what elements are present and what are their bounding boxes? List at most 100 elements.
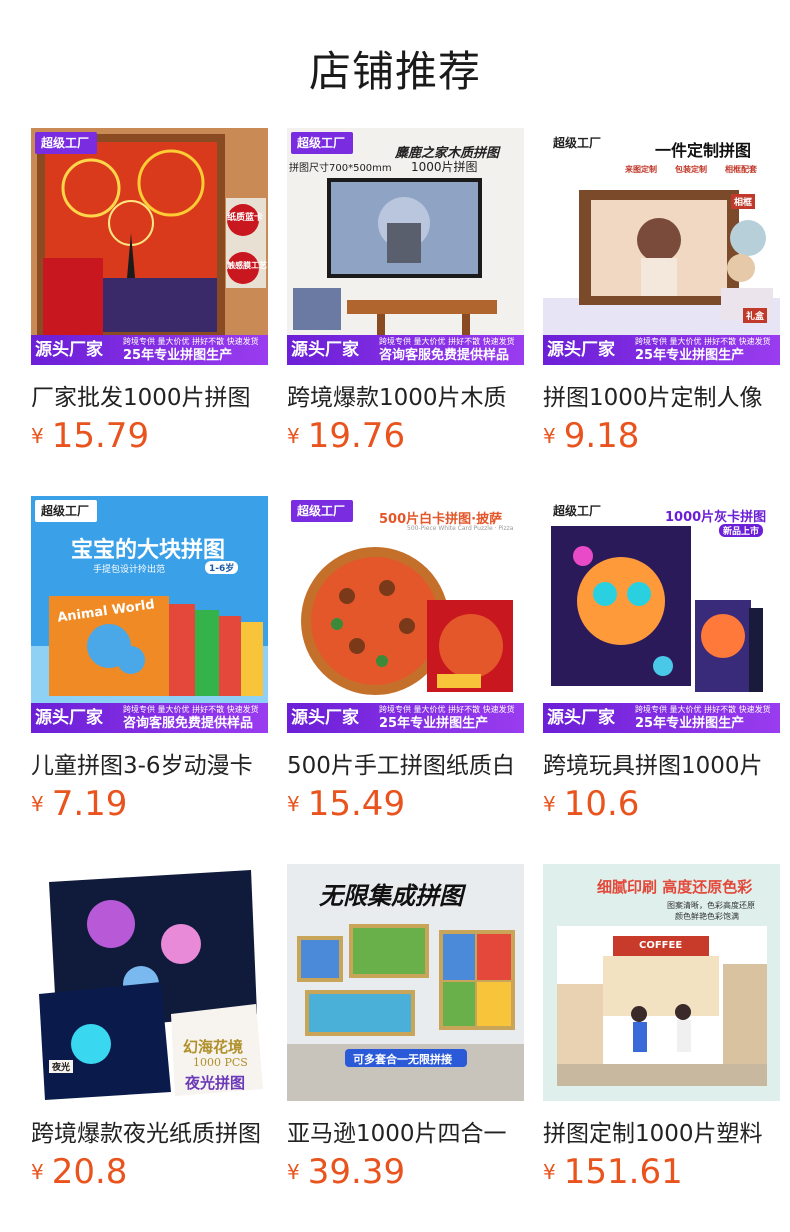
tags-label: 跨境专供 量大价优 拼好不散 快速发货 bbox=[635, 337, 771, 346]
overlay-text: 1000 PCS bbox=[193, 1056, 248, 1069]
product-name[interactable]: 跨境玩具拼图1000片 bbox=[543, 746, 780, 780]
currency-symbol: ¥ bbox=[543, 424, 556, 448]
product-name[interactable]: 跨境爆款夜光纸质拼图 bbox=[31, 1114, 268, 1148]
price-value: 15.79 bbox=[51, 416, 150, 456]
product-image[interactable]: 超级工厂 麋鹿之家木质拼图 拼图尺寸700*500mm 1000片拼图 源头厂家… bbox=[287, 128, 524, 365]
product-price: ¥151.61 bbox=[543, 1152, 683, 1192]
tags-label: 跨境专供 量大价优 拼好不散 快速发货 bbox=[635, 705, 771, 714]
overlay-text: 颜色鲜艳色彩饱满 bbox=[675, 912, 739, 921]
tags-label: 跨境专供 量大价优 拼好不散 快速发货 bbox=[379, 337, 515, 346]
product-card[interactable]: 超级工厂 宝宝的大块拼图 手提包设计拎出范 1-6岁 Animal World … bbox=[31, 496, 268, 826]
currency-symbol: ¥ bbox=[31, 792, 44, 816]
slogan-label: 25年专业拼图生产 bbox=[123, 348, 233, 363]
slogan-label: 咨询客服免费提供样品 bbox=[123, 716, 254, 731]
promo-bar: 源头厂家 跨境专供 量大价优 拼好不散 快速发货 咨询客服免费提供样品 bbox=[287, 335, 524, 365]
product-image[interactable]: 超级工厂 宝宝的大块拼图 手提包设计拎出范 1-6岁 Animal World … bbox=[31, 496, 268, 733]
currency-symbol: ¥ bbox=[31, 424, 44, 448]
page-title: 店铺推荐 bbox=[308, 47, 481, 96]
product-image[interactable]: 超级工厂 500片白卡拼图·披萨 500-Piece White Card Pu… bbox=[287, 496, 524, 733]
product-price: ¥9.18 bbox=[543, 416, 639, 456]
product-image[interactable]: 超级工厂 纸质蓝卡 触感膜工艺 源头厂家 跨境专供 量大价优 拼好不散 快速发货… bbox=[31, 128, 268, 365]
overlay-text: 1000片拼图 bbox=[411, 160, 478, 174]
product-image[interactable]: 幻海花境 1000 PCS 夜光拼图 夜光 bbox=[31, 864, 268, 1101]
overlay-text: 夜光拼图 bbox=[185, 1074, 246, 1092]
overlay-text: 宝宝的大块拼图 bbox=[71, 538, 226, 563]
product-image[interactable]: 超级工厂 1000片灰卡拼图 新品上市 源头厂家 跨境专供 量大价优 拼好不散 … bbox=[543, 496, 780, 733]
product-price: ¥7.19 bbox=[31, 784, 127, 824]
product-name[interactable]: 500片手工拼图纸质白 bbox=[287, 746, 524, 780]
product-card[interactable]: 超级工厂 纸质蓝卡 触感膜工艺 源头厂家 跨境专供 量大价优 拼好不散 快速发货… bbox=[31, 128, 268, 458]
factory-badge: 超级工厂 bbox=[35, 500, 98, 522]
price-value: 20.8 bbox=[51, 1152, 128, 1192]
product-image[interactable]: 无限集成拼图 可多套合一无限拼接 bbox=[287, 864, 524, 1101]
slogan-label: 25年专业拼图生产 bbox=[635, 348, 745, 363]
overlay-text: 包装定制 bbox=[675, 165, 707, 174]
product-price: ¥15.49 bbox=[287, 784, 405, 824]
product-price: ¥19.76 bbox=[287, 416, 405, 456]
product-card[interactable]: 超级工厂 500片白卡拼图·披萨 500-Piece White Card Pu… bbox=[287, 496, 524, 826]
overlay-text: 手提包设计拎出范 bbox=[93, 565, 166, 575]
product-name[interactable]: 拼图1000片定制人像 bbox=[543, 378, 780, 412]
product-price: ¥39.39 bbox=[287, 1152, 405, 1192]
factory-badge: 超级工厂 bbox=[291, 132, 354, 154]
overlay-text: 1-6岁 bbox=[205, 561, 239, 574]
source-label: 源头厂家 bbox=[291, 708, 359, 728]
overlay-text: 1000片灰卡拼图 bbox=[665, 510, 767, 525]
overlay-text: COFFEE bbox=[639, 940, 683, 951]
header: 店铺推荐 bbox=[0, 0, 790, 128]
product-image[interactable]: 超级工厂 一件定制拼图 来图定制 包装定制 相框配套 相框 礼盒 源头厂家 跨境… bbox=[543, 128, 780, 365]
price-value: 39.39 bbox=[307, 1152, 406, 1192]
overlay-text: 夜光 bbox=[49, 1060, 74, 1073]
price-value: 9.18 bbox=[563, 416, 640, 456]
product-name[interactable]: 跨境爆款1000片木质 bbox=[287, 378, 524, 412]
currency-symbol: ¥ bbox=[31, 1160, 44, 1184]
currency-symbol: ¥ bbox=[287, 424, 300, 448]
slogan-label: 25年专业拼图生产 bbox=[379, 716, 489, 731]
overlay-text: 纸质蓝卡 bbox=[227, 213, 264, 223]
overlay-text: 拼图尺寸700*500mm bbox=[289, 163, 392, 174]
promo-bar: 源头厂家 跨境专供 量大价优 拼好不散 快速发货 25年专业拼图生产 bbox=[543, 335, 780, 365]
source-label: 源头厂家 bbox=[291, 340, 359, 360]
currency-symbol: ¥ bbox=[287, 792, 300, 816]
currency-symbol: ¥ bbox=[287, 1160, 300, 1184]
overlay-text: 幻海花境 bbox=[183, 1038, 244, 1056]
product-card[interactable]: 超级工厂 麋鹿之家木质拼图 拼图尺寸700*500mm 1000片拼图 源头厂家… bbox=[287, 128, 524, 458]
currency-symbol: ¥ bbox=[543, 792, 556, 816]
source-label: 源头厂家 bbox=[35, 340, 103, 360]
tags-label: 跨境专供 量大价优 拼好不散 快速发货 bbox=[379, 705, 515, 714]
product-name[interactable]: 儿童拼图3-6岁动漫卡 bbox=[31, 746, 268, 780]
product-name[interactable]: 厂家批发1000片拼图 bbox=[31, 378, 268, 412]
overlay-text: 图案清晰，色彩高度还原 bbox=[667, 901, 755, 910]
product-card[interactable]: 超级工厂 1000片灰卡拼图 新品上市 源头厂家 跨境专供 量大价优 拼好不散 … bbox=[543, 496, 780, 826]
price-value: 15.49 bbox=[307, 784, 406, 824]
product-card[interactable]: 无限集成拼图 可多套合一无限拼接 亚马逊1000片四合一 ¥39.39 bbox=[287, 864, 524, 1194]
product-card[interactable]: 幻海花境 1000 PCS 夜光拼图 夜光 跨境爆款夜光纸质拼图 ¥20.8 bbox=[31, 864, 268, 1194]
overlay-text: 相框 bbox=[731, 194, 756, 209]
overlay-text: 礼盒 bbox=[743, 308, 768, 323]
price-value: 151.61 bbox=[563, 1152, 683, 1192]
slogan-label: 咨询客服免费提供样品 bbox=[379, 348, 510, 363]
overlay-text: 无限集成拼图 bbox=[319, 882, 463, 910]
promo-bar: 源头厂家 跨境专供 量大价优 拼好不散 快速发货 25年专业拼图生产 bbox=[543, 703, 780, 733]
factory-badge: 超级工厂 bbox=[547, 132, 610, 154]
tags-label: 跨境专供 量大价优 拼好不散 快速发货 bbox=[123, 337, 259, 346]
promo-bar: 源头厂家 跨境专供 量大价优 拼好不散 快速发货 咨询客服免费提供样品 bbox=[31, 703, 268, 733]
product-image[interactable]: 细腻印刷 高度还原色彩 图案清晰，色彩高度还原 颜色鲜艳色彩饱满 COFFEE bbox=[543, 864, 780, 1101]
slogan-label: 25年专业拼图生产 bbox=[635, 716, 745, 731]
product-card[interactable]: 超级工厂 一件定制拼图 来图定制 包装定制 相框配套 相框 礼盒 源头厂家 跨境… bbox=[543, 128, 780, 458]
currency-symbol: ¥ bbox=[543, 1160, 556, 1184]
product-price: ¥10.6 bbox=[543, 784, 639, 824]
product-name[interactable]: 拼图定制1000片塑料 bbox=[543, 1114, 780, 1148]
overlay-text: 来图定制 bbox=[625, 165, 657, 174]
product-price: ¥20.8 bbox=[31, 1152, 127, 1192]
factory-badge: 超级工厂 bbox=[547, 500, 610, 522]
source-label: 源头厂家 bbox=[35, 708, 103, 728]
source-label: 源头厂家 bbox=[547, 708, 615, 728]
product-card[interactable]: 细腻印刷 高度还原色彩 图案清晰，色彩高度还原 颜色鲜艳色彩饱满 COFFEE … bbox=[543, 864, 780, 1194]
overlay-text: 500-Piece White Card Puzzle · Pizza bbox=[407, 525, 514, 532]
factory-badge: 超级工厂 bbox=[35, 132, 98, 154]
product-name[interactable]: 亚马逊1000片四合一 bbox=[287, 1114, 524, 1148]
promo-bar: 源头厂家 跨境专供 量大价优 拼好不散 快速发货 25年专业拼图生产 bbox=[31, 335, 268, 365]
factory-badge: 超级工厂 bbox=[291, 500, 354, 522]
overlay-text: 相框配套 bbox=[725, 165, 757, 174]
